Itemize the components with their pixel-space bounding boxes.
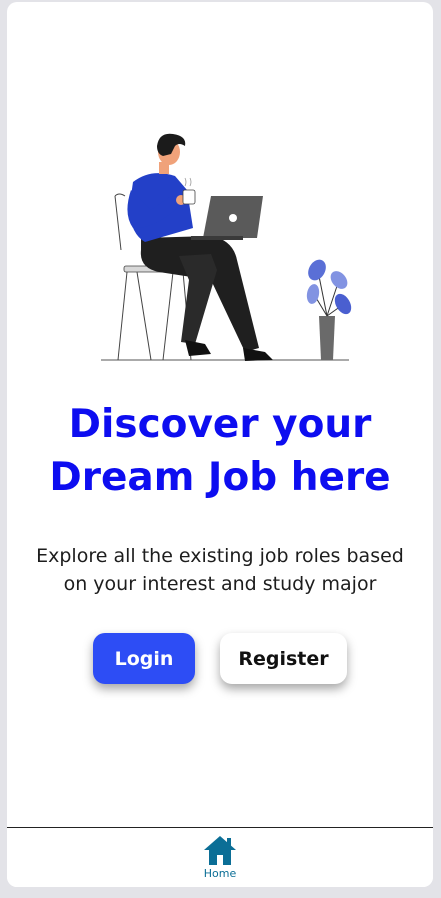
person-with-laptop-illustration: [101, 133, 352, 361]
app-screen: Discover your Dream Job here Explore all…: [7, 2, 433, 887]
nav-item-home[interactable]: Home: [195, 834, 245, 887]
headline-line-2: Dream Job here: [49, 455, 391, 500]
headline-line-1: Discover your: [68, 402, 372, 447]
headline: Discover your Dream Job here: [7, 398, 433, 504]
login-button[interactable]: Login: [93, 633, 195, 684]
home-icon: [204, 836, 236, 865]
nav-home-label: Home: [203, 867, 237, 880]
subtitle-text: Explore all the existing job roles based…: [36, 545, 404, 595]
bottom-navigation: Home: [7, 827, 433, 887]
register-button[interactable]: Register: [220, 633, 347, 684]
